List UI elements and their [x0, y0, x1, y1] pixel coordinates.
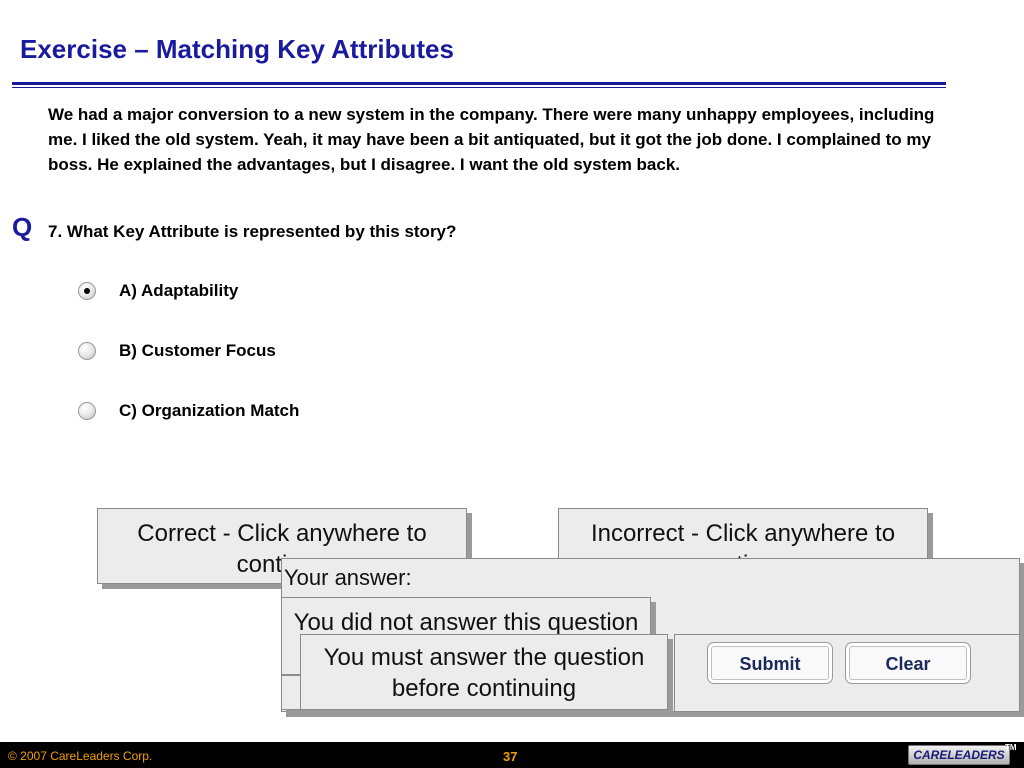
submit-button[interactable]: Submit — [707, 642, 833, 684]
careleaders-logo: CARELEADERS — [908, 745, 1010, 765]
copyright-text: © 2007 CareLeaders Corp. — [8, 749, 153, 763]
title-divider — [12, 82, 946, 85]
trademark-mark: TM — [1005, 743, 1017, 752]
radio-selected-icon[interactable] — [78, 282, 96, 300]
must-answer-text: You must answer the question before cont… — [323, 644, 645, 702]
radio-icon[interactable] — [78, 342, 96, 360]
title-divider-thin — [12, 87, 946, 88]
button-panel: Submit Clear — [674, 634, 1020, 712]
story-text: We had a major conversion to a new syste… — [48, 105, 935, 174]
option-label[interactable]: B) Customer Focus — [119, 341, 276, 361]
footer-bar: © 2007 CareLeaders Corp. 37 CARELEADERS … — [0, 742, 1024, 768]
radio-icon[interactable] — [78, 402, 96, 420]
option-label[interactable]: C) Organization Match — [119, 401, 299, 421]
incorrect-feedback-text: Incorrect - Click anywhere to continue — [590, 520, 896, 559]
clear-button[interactable]: Clear — [845, 642, 971, 684]
slide-title: Exercise – Matching Key Attributes — [20, 34, 454, 64]
page-number: 37 — [503, 749, 518, 764]
must-answer-popup: You must answer the question before cont… — [300, 634, 668, 710]
your-answer-label: Your answer: — [284, 565, 412, 590]
incorrect-feedback-popup[interactable]: Incorrect - Click anywhere to continue — [558, 508, 928, 560]
question-text: 7. What Key Attribute is represented by … — [48, 222, 457, 241]
option-label[interactable]: A) Adaptability — [119, 281, 238, 301]
question-icon: Q — [12, 212, 33, 242]
